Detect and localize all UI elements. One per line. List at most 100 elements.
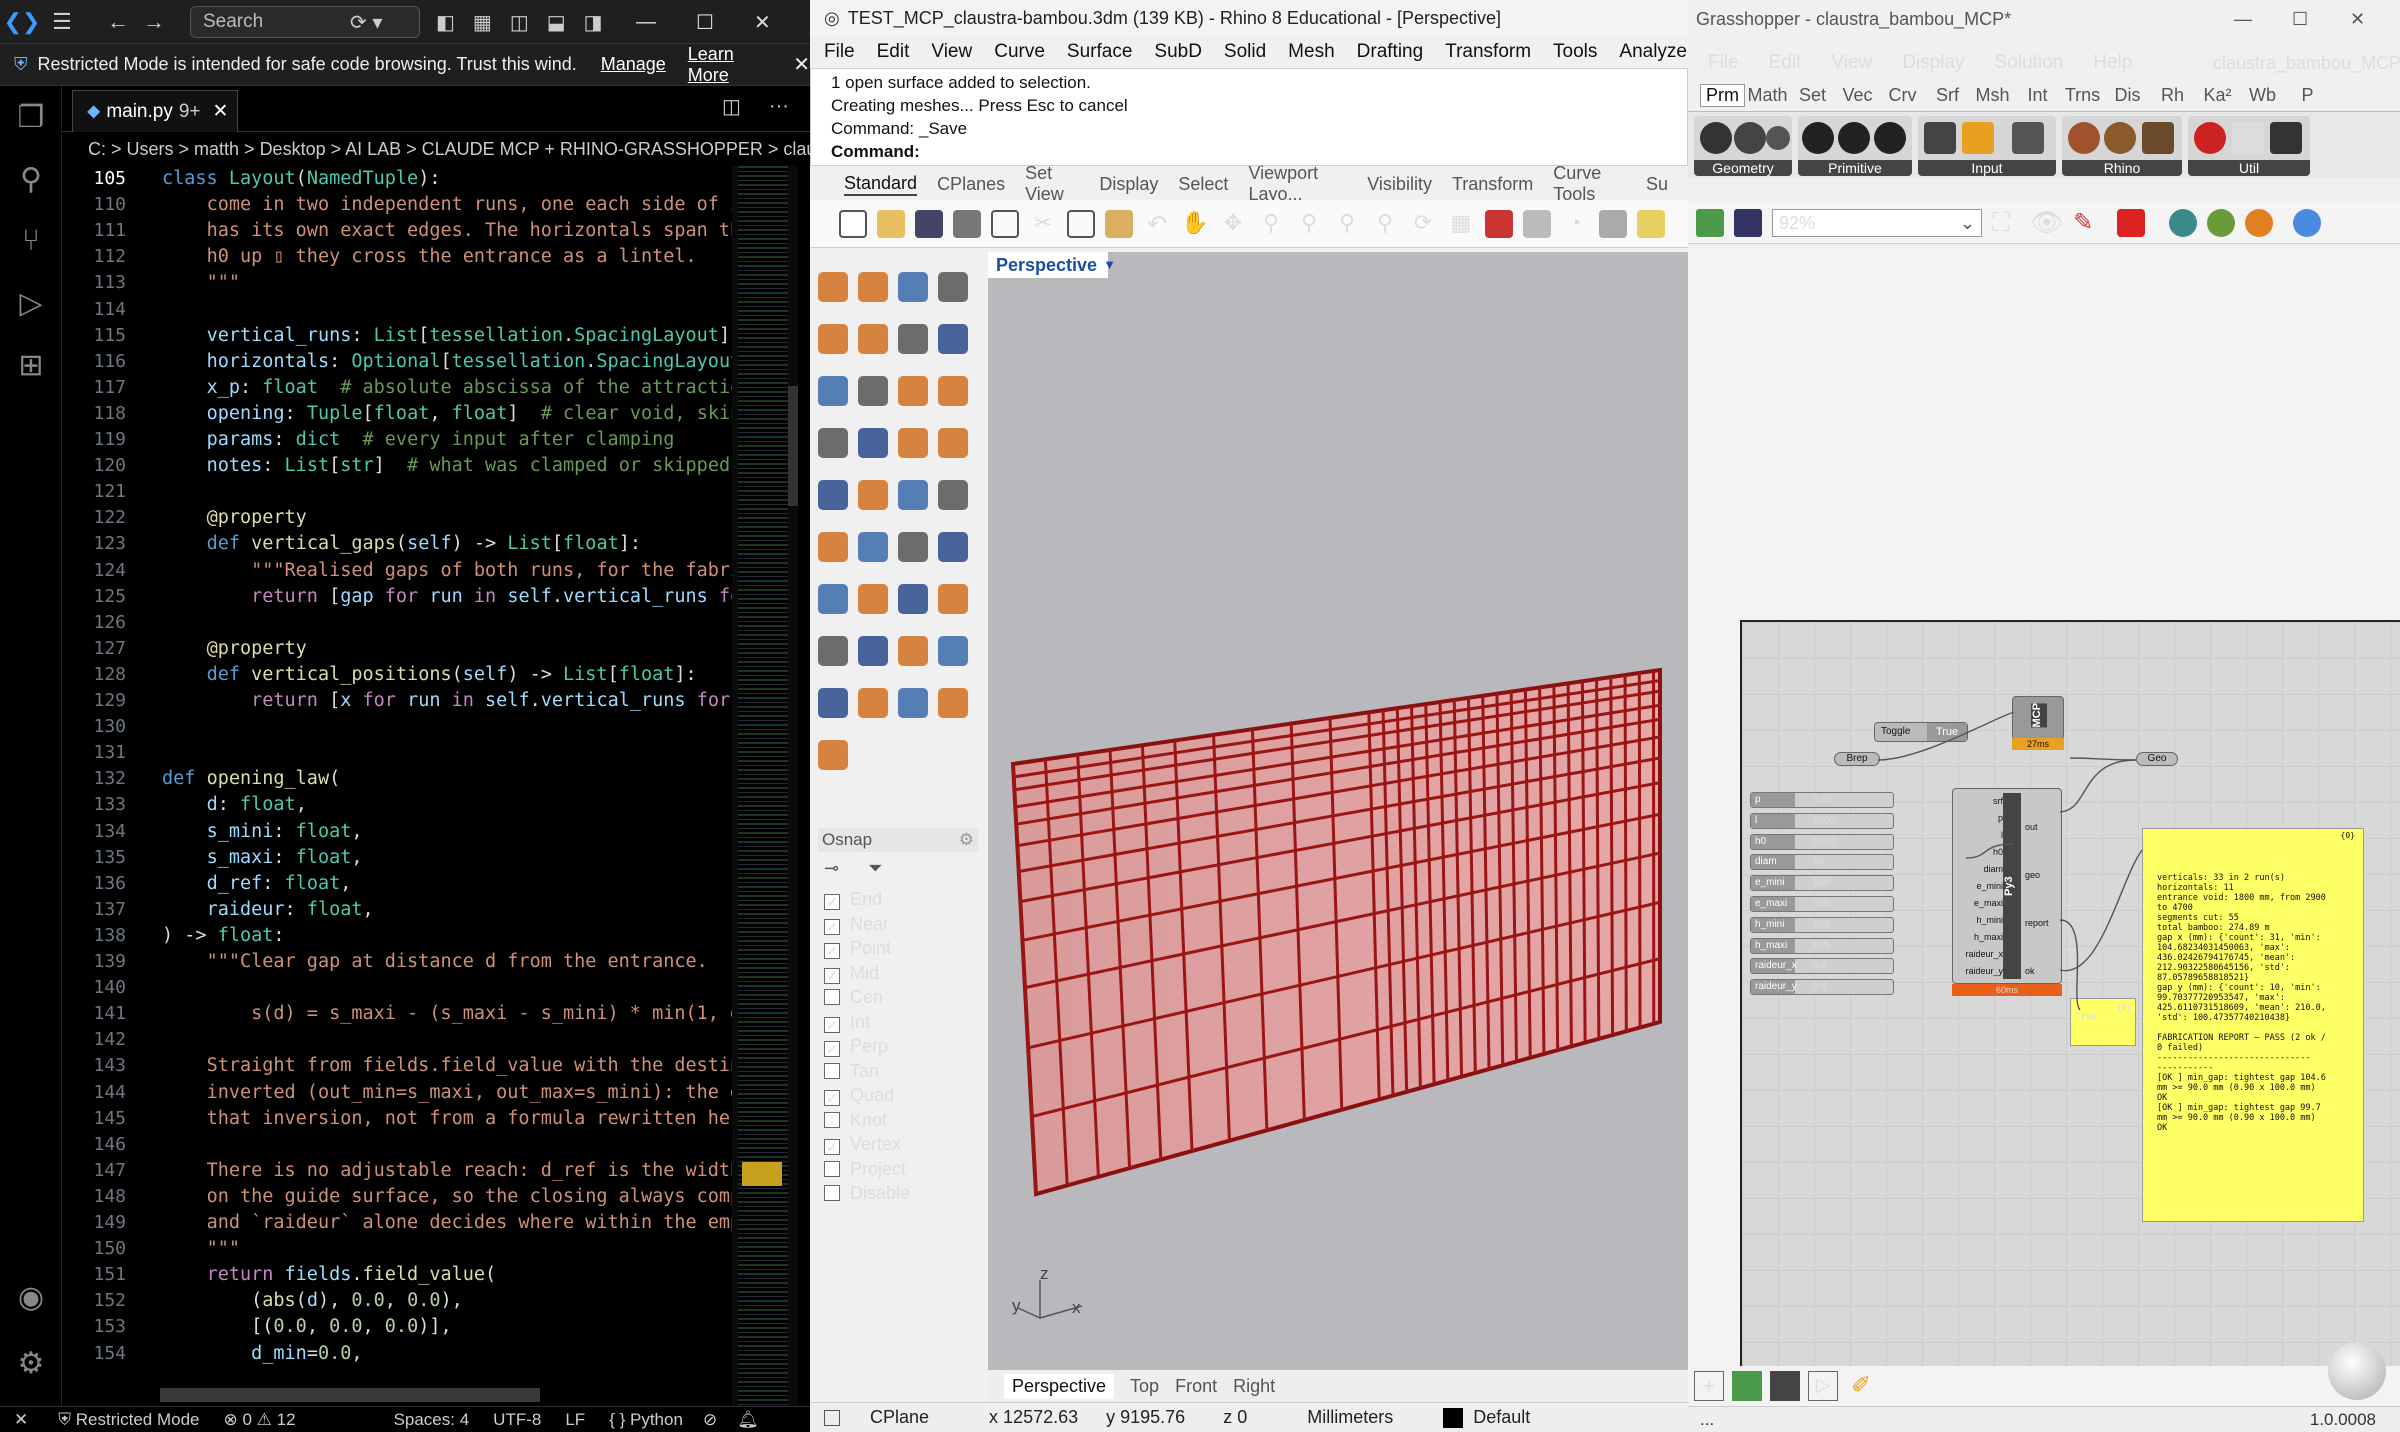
code-line[interactable]: def vertical_gaps(self) -> List[float]:: [162, 533, 641, 554]
undo-icon[interactable]: ↶: [1143, 210, 1171, 238]
code-line[interactable]: ) -> float:: [162, 925, 285, 946]
code-line[interactable]: class Layout(NamedTuple):: [162, 168, 440, 189]
encoding-status[interactable]: UTF-8: [493, 1410, 541, 1430]
gh-close-icon[interactable]: ✕: [2350, 9, 2365, 30]
gh-tab[interactable]: Trns: [2060, 85, 2105, 106]
toolbox-tool-icon[interactable]: [898, 584, 928, 614]
viewport-tab-perspective[interactable]: Perspective: [1004, 1373, 1115, 1399]
secondary-sidebar-icon[interactable]: ◨: [584, 10, 603, 35]
problems-status[interactable]: ⊗ 0 ⚠ 12: [224, 1410, 296, 1430]
primitive-number-icon[interactable]: [1874, 122, 1906, 154]
viewport-tab-top[interactable]: Top: [1130, 1376, 1159, 1397]
toolbar-tab[interactable]: Transform: [1452, 174, 1533, 195]
code-line[interactable]: vertical_runs: List[tessellation.Spacing…: [162, 325, 731, 346]
copy-icon[interactable]: [1067, 209, 1095, 238]
viewport-tab-front[interactable]: Front: [1175, 1376, 1217, 1397]
code-line[interactable]: raideur: float,: [162, 899, 374, 920]
bamboo-vertical[interactable]: [1609, 677, 1615, 1036]
toolbox-tool-icon[interactable]: [818, 636, 848, 666]
toolbox-tool-icon[interactable]: [898, 324, 928, 354]
code-line[interactable]: """: [162, 1238, 240, 1259]
code-line[interactable]: """: [162, 272, 240, 293]
input-toggle-icon[interactable]: [1962, 122, 1994, 154]
geometry-circle-icon[interactable]: [1766, 126, 1790, 150]
preview-shaded-icon[interactable]: [2117, 208, 2146, 237]
menu-item-drafting[interactable]: Drafting: [1357, 41, 1424, 63]
account-icon[interactable]: ◉: [0, 1266, 62, 1328]
code-line[interactable]: s_maxi: float,: [162, 847, 363, 868]
cplane-status[interactable]: CPlane: [870, 1407, 929, 1428]
gh-menu-edit[interactable]: Edit: [1769, 52, 1802, 74]
navigator-sphere-icon[interactable]: [2328, 1342, 2386, 1400]
util-tree-icon[interactable]: [2270, 122, 2302, 154]
osnap-knot[interactable]: Knot: [824, 1109, 887, 1131]
toolbox-tool-icon[interactable]: [858, 532, 888, 562]
grid-icon[interactable]: ▦: [1447, 210, 1475, 238]
toolbox-tool-icon[interactable]: [858, 272, 888, 302]
menu-item-mesh[interactable]: Mesh: [1288, 41, 1334, 63]
run-icon[interactable]: ▷: [1808, 1371, 1838, 1401]
copilot-status-icon[interactable]: ⊘: [703, 1410, 717, 1430]
toolbox-tool-icon[interactable]: [818, 272, 848, 302]
status-square-icon[interactable]: [824, 1409, 840, 1426]
osnap-quad[interactable]: ✓ Quad: [824, 1084, 894, 1106]
tab-close-icon[interactable]: ✕: [213, 92, 229, 132]
bamboo-vertical[interactable]: [1637, 673, 1642, 1028]
pan-icon[interactable]: ✋: [1181, 210, 1209, 238]
gh-tab[interactable]: Math: [1745, 85, 1790, 106]
osnap-tan[interactable]: Tan: [824, 1060, 879, 1082]
code-line[interactable]: Straight from fields.field_value with th…: [162, 1055, 732, 1076]
gh-tab[interactable]: Int: [2015, 85, 2060, 106]
osnap-filter-icon[interactable]: ⏷: [868, 858, 882, 878]
save-definition-icon[interactable]: [1770, 1371, 1800, 1401]
gh-minimize-icon[interactable]: —: [2234, 9, 2252, 30]
language-status[interactable]: { } Python: [609, 1410, 683, 1430]
util-cherry-icon[interactable]: [2194, 122, 2226, 154]
indentation-status[interactable]: Spaces: 4: [394, 1410, 470, 1430]
source-control-icon[interactable]: ⑂: [0, 210, 62, 272]
search-icon[interactable]: ⚲: [0, 148, 62, 210]
toolbox-tool-icon[interactable]: [898, 532, 928, 562]
pick-icon[interactable]: ✐: [1846, 1371, 1876, 1401]
toolbox-tool-icon[interactable]: [858, 376, 888, 406]
menu-item-subd[interactable]: SubD: [1154, 41, 1202, 63]
layer-swatch[interactable]: [1443, 1407, 1464, 1428]
run-debug-icon[interactable]: ▷: [0, 272, 62, 334]
options-icon[interactable]: [1637, 209, 1665, 238]
gh-menu-view[interactable]: View: [1831, 52, 1872, 74]
forward-arrow-icon[interactable]: →: [136, 9, 172, 35]
toolbar-tab[interactable]: Su: [1646, 174, 1668, 195]
toolbox-tool-icon[interactable]: [858, 636, 888, 666]
car-render-icon[interactable]: [1485, 209, 1513, 238]
learn-more-link[interactable]: Learn More: [688, 44, 777, 86]
osnap-disable[interactable]: Disable: [824, 1182, 910, 1204]
viewport-tab-right[interactable]: Right: [1233, 1376, 1275, 1397]
gh-tab[interactable]: Prm: [1700, 84, 1745, 107]
toolbox-tool-icon[interactable]: [858, 324, 888, 354]
gh-tab[interactable]: Rh: [2150, 85, 2195, 106]
minimap[interactable]: [732, 166, 798, 1406]
preview-mesh-icon[interactable]: [2169, 208, 2198, 237]
toolbox-tool-icon[interactable]: [898, 480, 928, 510]
toolbar-tab[interactable]: CPlanes: [937, 174, 1005, 195]
toolbar-tab[interactable]: Curve Tools: [1553, 163, 1626, 205]
toolbox-tool-icon[interactable]: [938, 480, 968, 510]
menu-item-edit[interactable]: Edit: [877, 41, 910, 63]
minimize-icon[interactable]: —: [636, 11, 656, 34]
menu-item-solid[interactable]: Solid: [1224, 41, 1266, 63]
preview-color-icon[interactable]: [2245, 208, 2274, 237]
gh-tab[interactable]: Vec: [1835, 85, 1880, 106]
gh-maximize-icon[interactable]: ☐: [2292, 9, 2308, 30]
code-line[interactable]: (abs(d), 0.0, 0.0),: [162, 1290, 463, 1311]
zoom-extents-icon[interactable]: ⚲: [1333, 210, 1361, 238]
menu-item-surface[interactable]: Surface: [1067, 41, 1132, 63]
toolbox-tool-icon[interactable]: [938, 636, 968, 666]
export-icon[interactable]: [991, 209, 1019, 238]
gh-tab[interactable]: Ka²: [2195, 85, 2240, 106]
toolbox-tool-icon[interactable]: [898, 688, 928, 718]
code-line[interactable]: """Clear gap at distance d from the entr…: [162, 951, 708, 972]
code-line[interactable]: return [x for run in self.vertical_runs …: [162, 690, 730, 711]
save-icon[interactable]: [915, 209, 943, 238]
manage-link[interactable]: Manage: [601, 54, 666, 75]
osnap-cen[interactable]: Cen: [824, 986, 883, 1008]
